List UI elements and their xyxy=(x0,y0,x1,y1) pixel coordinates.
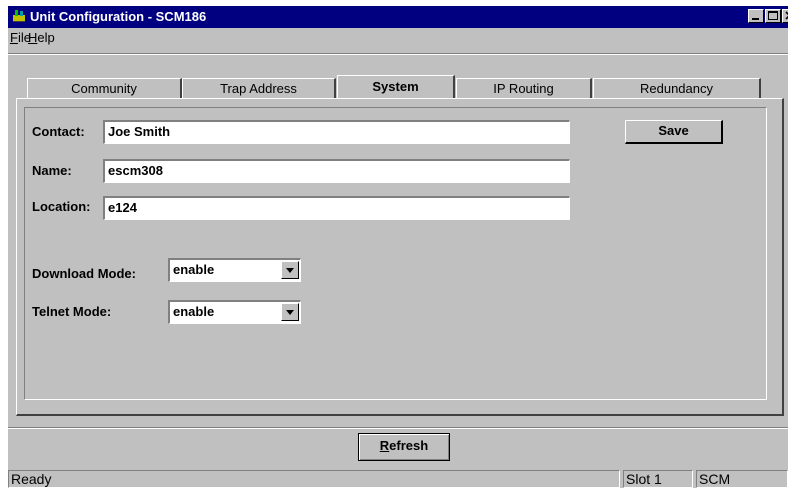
telnet-mode-dropdown-button[interactable] xyxy=(281,303,299,321)
tab-redundancy-label: Redundancy xyxy=(640,81,713,96)
maximize-button[interactable] xyxy=(765,9,781,23)
download-mode-select[interactable]: enable xyxy=(168,258,301,282)
status-ready: Ready xyxy=(8,470,620,488)
download-mode-value: enable xyxy=(173,262,215,277)
chevron-down-icon xyxy=(286,310,294,315)
title-bar[interactable]: Unit Configuration - SCM186 xyxy=(8,6,788,28)
location-field[interactable]: e124 xyxy=(103,196,570,220)
location-label: Location: xyxy=(32,199,91,214)
menu-help[interactable]: Help xyxy=(28,30,55,45)
tab-redundancy[interactable]: Redundancy xyxy=(593,78,761,98)
minimize-button[interactable] xyxy=(748,9,764,23)
status-slot: Slot 1 xyxy=(623,470,693,488)
app-window: Unit Configuration - SCM186 File Help Co… xyxy=(8,6,788,488)
tab-community[interactable]: Community xyxy=(27,78,182,98)
app-icon xyxy=(12,9,26,23)
tab-system[interactable]: System xyxy=(337,75,455,99)
name-field[interactable]: escm308 xyxy=(103,159,570,183)
tab-system-label: System xyxy=(372,79,419,94)
menu-file-mnemonic: F xyxy=(10,30,18,45)
download-mode-dropdown-button[interactable] xyxy=(281,261,299,279)
footer-divider-highlight xyxy=(8,428,788,429)
refresh-button[interactable]: Refresh xyxy=(358,433,450,461)
tab-trap-address[interactable]: Trap Address xyxy=(182,78,336,98)
refresh-label: efresh xyxy=(389,438,429,453)
telnet-mode-select[interactable]: enable xyxy=(168,300,301,324)
tab-community-label: Community xyxy=(71,81,137,96)
menu-bar: File Help xyxy=(8,28,788,48)
window-title: Unit Configuration - SCM186 xyxy=(30,9,207,24)
tab-ip-routing-label: IP Routing xyxy=(493,81,554,96)
telnet-mode-label: Telnet Mode: xyxy=(32,304,112,319)
status-module: SCM xyxy=(696,470,788,488)
telnet-mode-value: enable xyxy=(173,304,215,319)
menu-help-label: elp xyxy=(37,30,55,45)
refresh-mnemonic: R xyxy=(379,438,390,453)
contact-field[interactable]: Joe Smith xyxy=(103,120,570,144)
chevron-down-icon xyxy=(286,268,294,273)
save-button[interactable]: Save xyxy=(625,120,723,144)
contact-label: Contact: xyxy=(32,124,85,139)
tab-ip-routing[interactable]: IP Routing xyxy=(456,78,592,98)
menu-divider-highlight xyxy=(8,54,788,55)
menu-help-mnemonic: H xyxy=(28,30,38,45)
system-group-box xyxy=(24,107,767,400)
name-label: Name: xyxy=(32,163,72,178)
close-button[interactable] xyxy=(782,9,788,23)
tab-trap-address-label: Trap Address xyxy=(220,81,297,96)
download-mode-label: Download Mode: xyxy=(32,266,136,281)
